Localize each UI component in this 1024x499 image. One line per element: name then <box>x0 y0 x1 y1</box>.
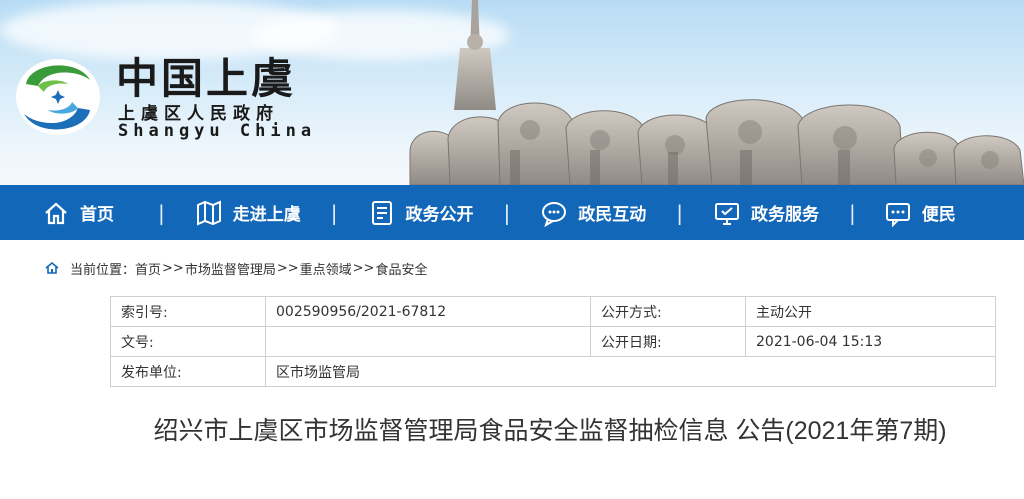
breadcrumb-separator: >> <box>352 260 375 276</box>
nav-item-label: 走进上虞 <box>232 205 301 225</box>
nav-item-gov-info[interactable]: 政务公开 <box>368 185 474 240</box>
main-nav: 首页 | 走进上虞 | 政务公开 | 政民互动 | 政务服务 | 便民 <box>0 185 1024 240</box>
map-icon <box>196 199 221 226</box>
nav-item-about[interactable]: 走进上虞 <box>195 185 301 240</box>
table-row: 发布单位: 区市场监管局 <box>110 356 996 387</box>
site-logo-english: Shangyu China <box>118 121 317 141</box>
breadcrumb-link-home[interactable]: 首页 <box>135 259 161 278</box>
nav-separator: | <box>676 200 683 225</box>
document-icon <box>371 200 392 225</box>
article-title: 绍兴市上虞区市场监督管理局食品安全监督抽检信息 公告(2021年第7期) <box>153 417 947 445</box>
breadcrumb-prefix: 当前位置： <box>70 262 136 278</box>
nav-item-services[interactable]: 政务服务 <box>713 185 819 240</box>
banner-statues-image <box>409 0 1024 185</box>
publisher-value: 区市场监管局 <box>265 356 996 387</box>
doc-number-label: 文号: <box>110 326 266 357</box>
home-icon <box>45 202 67 224</box>
monitor-icon <box>715 202 739 225</box>
breadcrumb-link-food-safety[interactable]: 食品安全 <box>375 259 427 278</box>
nav-item-interaction[interactable]: 政民互动 <box>540 185 646 240</box>
nav-separator: | <box>849 200 856 225</box>
nav-item-label: 首页 <box>80 205 114 225</box>
publish-date-label: 公开日期: <box>590 326 746 357</box>
message-icon <box>885 202 910 227</box>
breadcrumb-link-market-bureau[interactable]: 市场监督管理局 <box>185 259 276 278</box>
breadcrumb-separator: >> <box>276 260 299 276</box>
publish-method-label: 公开方式: <box>590 296 746 327</box>
table-row: 索引号: 002590956/2021-67812 公开方式: 主动公开 <box>110 296 996 327</box>
publisher-label: 发布单位: <box>110 356 266 387</box>
breadcrumb: 当前位置： 首页 >> 市场监督管理局 >> 重点领域 >> 食品安全 <box>44 258 427 278</box>
nav-item-convenience[interactable]: 便民 <box>884 185 956 240</box>
doc-number-value <box>265 326 591 357</box>
nav-separator: | <box>330 200 338 225</box>
site-logo-title[interactable]: 中国上虞 <box>116 45 296 106</box>
shangyu-emblem-icon <box>16 59 100 135</box>
nav-item-label: 政民互动 <box>578 205 647 225</box>
breadcrumb-separator: >> <box>162 260 184 276</box>
table-row: 文号: 公开日期: 2021-06-04 15:13 <box>110 326 996 357</box>
publish-date-value: 2021-06-04 15:13 <box>745 326 996 357</box>
nav-item-label: 政务服务 <box>751 205 819 225</box>
document-info-table: 索引号: 002590956/2021-67812 公开方式: 主动公开 文号:… <box>110 296 996 387</box>
publish-method-value: 主动公开 <box>745 296 996 327</box>
index-value: 002590956/2021-67812 <box>265 296 591 327</box>
nav-separator: | <box>503 200 511 225</box>
header-banner: 中国上虞 上虞区人民政府 Shangyu China <box>0 0 1024 185</box>
nav-item-label: 政务公开 <box>405 205 474 225</box>
nav-separator: | <box>158 200 165 225</box>
breadcrumb-link-key-areas[interactable]: 重点领域 <box>300 259 352 278</box>
nav-item-label: 便民 <box>921 205 956 225</box>
home-icon <box>45 261 59 274</box>
nav-item-home[interactable]: 首页 <box>42 185 114 240</box>
chat-icon <box>542 201 567 227</box>
index-label: 索引号: <box>110 296 266 327</box>
